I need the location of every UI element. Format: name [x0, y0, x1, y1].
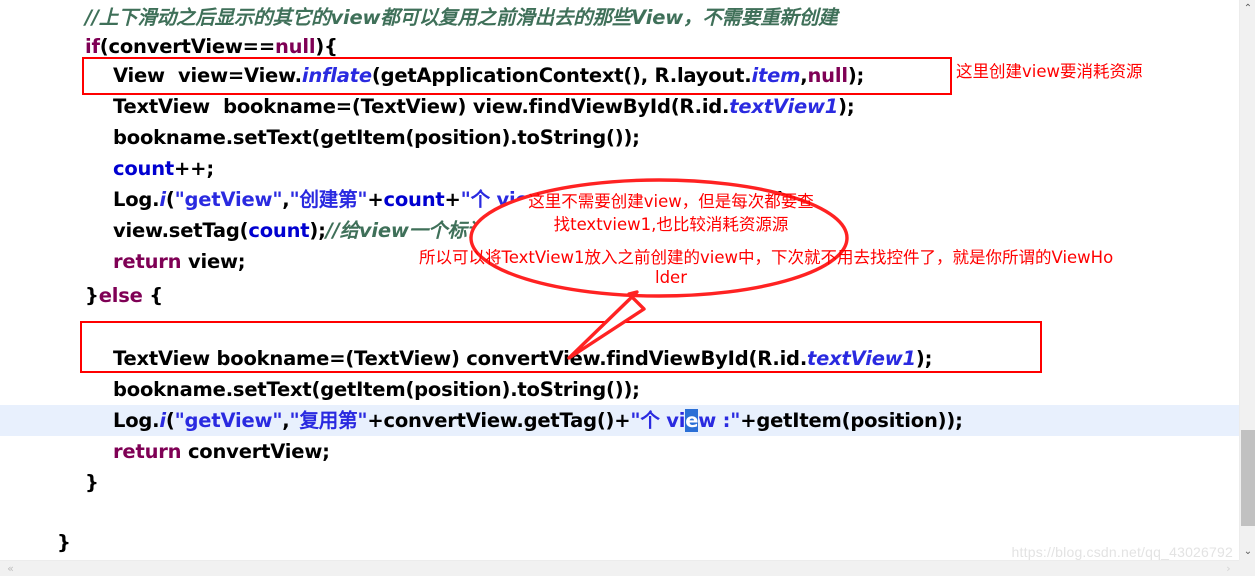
code-line-7: view.setTag(count);//给view一个标记	[113, 215, 486, 246]
code-line-8: return view;	[113, 246, 246, 277]
code-line-5: count++;	[113, 153, 214, 184]
code-token-msg2-12b: w :"	[698, 409, 741, 432]
vertical-scrollbar-thumb[interactable]	[1241, 430, 1255, 526]
bubble-text-line-4: lder	[655, 268, 687, 287]
scrollbar-corner	[1239, 560, 1255, 576]
code-token-comma-12: ,	[282, 409, 290, 432]
code-token-log: Log.	[113, 188, 160, 211]
code-token-rp-7: );	[309, 219, 326, 242]
code-token-msg2-12a: "个 vi	[630, 409, 686, 432]
code-token-textview-decl: TextView bookname=(TextView) view.findVi…	[113, 95, 730, 118]
code-token-lp-12: (	[165, 409, 175, 432]
code-token-incr: ++;	[174, 157, 214, 180]
code-line-12: Log.i("getView","复用第"+convertView.getTag…	[113, 405, 963, 436]
code-line-9: }else {	[85, 280, 163, 311]
code-token-comma-6: ,	[282, 188, 290, 211]
bubble-text-line-2: 找textview1,也比较消耗资源源	[553, 215, 789, 234]
scroll-up-arrow-icon[interactable]: ⌃	[1240, 0, 1255, 17]
scroll-down-arrow-icon[interactable]: ⌄	[1240, 543, 1255, 560]
scroll-right-arrow-icon[interactable]: ›	[1220, 561, 1237, 576]
code-token-end-3: );	[838, 95, 855, 118]
code-token-settag: view.setTag(	[113, 219, 249, 242]
code-token-textview1: textView1	[729, 95, 839, 118]
code-token-rbrace-9: }	[85, 284, 99, 307]
code-line-0: //上下滑动之后显示的其它的view都可以复用之前滑出去的那些View，不需要重…	[85, 2, 838, 33]
code-token-convertview-13: convertView;	[181, 440, 330, 463]
scroll-left-arrow-icon[interactable]: «	[2, 561, 19, 576]
code-token-null: null	[274, 35, 316, 58]
code-token-plus-6b: +	[444, 188, 461, 211]
code-token-count-7: count	[248, 219, 310, 242]
code-line-4: bookname.setText(getItem(position).toStr…	[113, 122, 640, 153]
code-token-mid-12: +convertView.getTag()+	[367, 409, 631, 432]
code-token-rbrace-15: }	[57, 531, 71, 554]
code-token-count-6: count	[383, 188, 445, 211]
code-token-view-8: view;	[181, 250, 246, 273]
code-token-lbrace-9: {	[142, 284, 163, 307]
code-line-11: bookname.setText(getItem(position).toStr…	[113, 374, 640, 405]
speech-bubble-annotation: 这里不需要创建view，但是每次都要查 找textview1,也比较消耗资源源 …	[419, 176, 1113, 360]
code-token-count: count	[113, 157, 175, 180]
bubble-text-line-1: 这里不需要创建view，但是每次都要查	[528, 192, 814, 211]
code-token-return-13: return	[113, 440, 182, 463]
bubble-text-line-3: 所以可以将TextView1放入之前创建的view中，下次就不用去找控件了，就是…	[419, 248, 1114, 267]
code-line-14: }	[85, 467, 99, 498]
code-line-13: return convertView;	[113, 436, 330, 467]
horizontal-scrollbar[interactable]: « ›	[0, 560, 1255, 576]
code-token-msg: "创建第"	[289, 188, 368, 211]
code-token-settext-11: bookname.setText(getItem(position).toStr…	[113, 378, 640, 401]
text-selection-caret[interactable]: e	[685, 409, 698, 432]
code-token-msg-12: "复用第"	[289, 409, 368, 432]
code-token-plus: +	[367, 188, 384, 211]
code-token-comment: //上下滑动之后显示的其它的view都可以复用之前滑出去的那些View，不需要重…	[85, 6, 838, 29]
code-token-tag: "getView"	[174, 188, 283, 211]
code-token-lp: (	[165, 188, 175, 211]
code-line-15: }	[57, 527, 71, 558]
code-editor-area[interactable]: //上下滑动之后显示的其它的view都可以复用之前滑出去的那些View，不需要重…	[0, 0, 1239, 560]
code-token-tag-12: "getView"	[174, 409, 283, 432]
watermark-url: https://blog.csdn.net/qq_43026792	[1011, 544, 1233, 560]
annotation-create-view-cost: 这里创建view要消耗资源	[956, 62, 1143, 81]
code-token-settext: bookname.setText(getItem(position).toStr…	[113, 126, 640, 149]
code-token-rbrace-14: }	[85, 471, 99, 494]
code-token-brace: ){	[315, 35, 338, 58]
code-token-paren: (convertView==	[99, 35, 275, 58]
red-highlight-box-inflate	[82, 57, 952, 95]
code-token-log-12: Log.	[113, 409, 160, 432]
code-line-3: TextView bookname=(TextView) view.findVi…	[113, 91, 855, 122]
code-token-else: else	[98, 284, 143, 307]
vertical-scrollbar[interactable]: ⌃ ⌄	[1239, 0, 1255, 576]
code-token-tail-12: +getItem(position));	[740, 409, 963, 432]
screenshot-root: //上下滑动之后显示的其它的view都可以复用之前滑出去的那些View，不需要重…	[0, 0, 1255, 576]
code-token-comment-7: //给view一个标记	[325, 219, 486, 242]
code-token-return: return	[113, 250, 182, 273]
code-token-if: if	[85, 35, 100, 58]
